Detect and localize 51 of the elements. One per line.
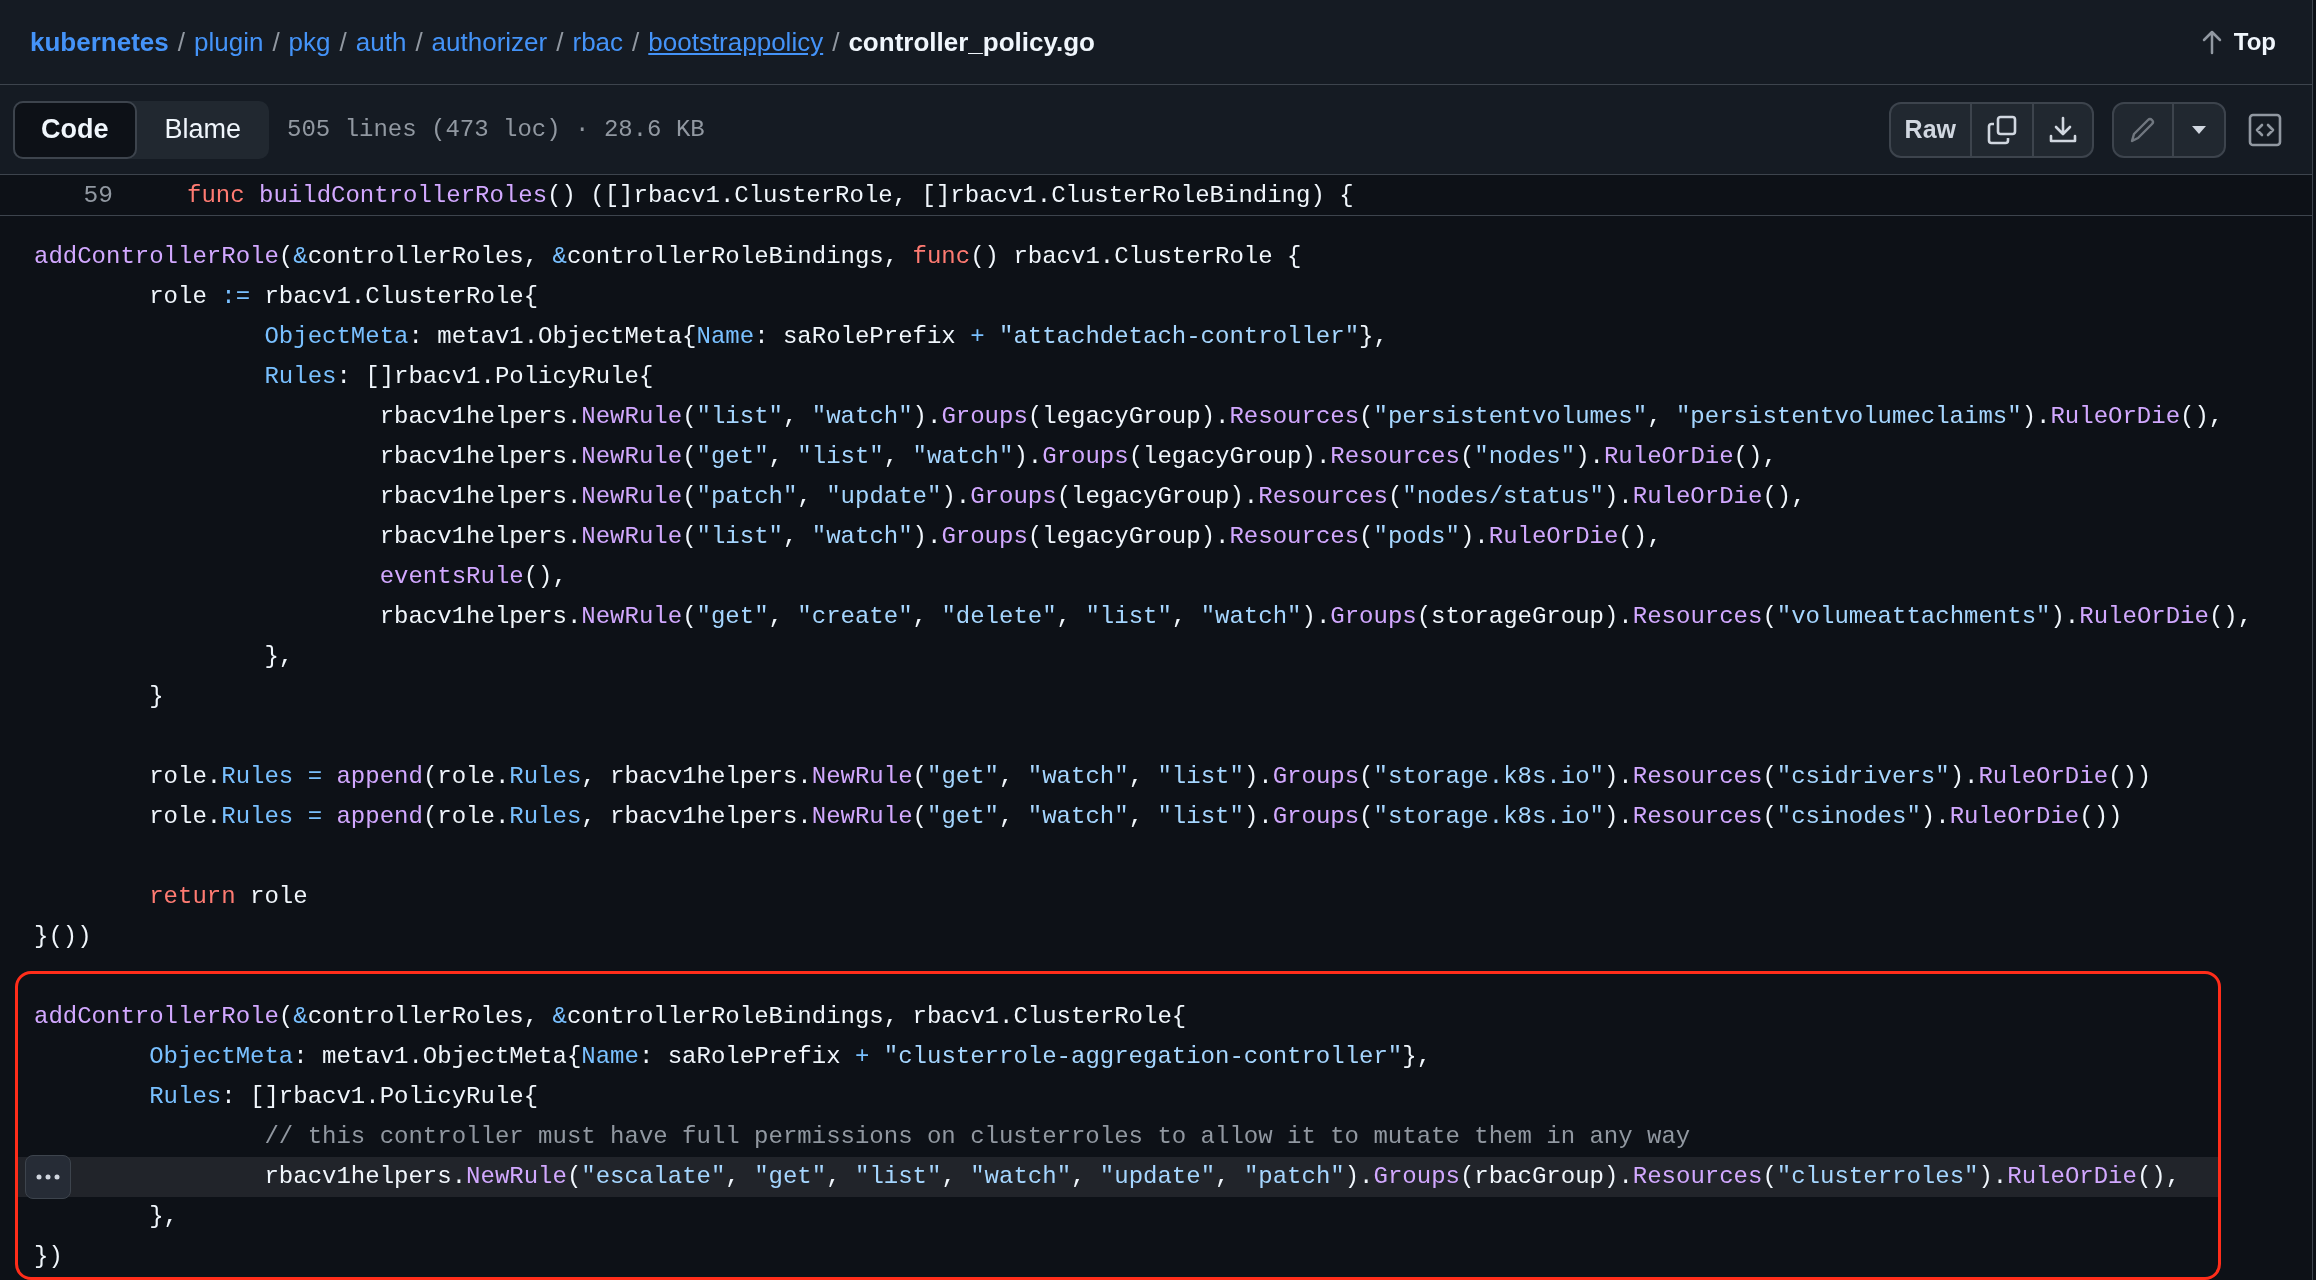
code-line: // this controller must have full permissions on clusterroles to allow it to mutate them in any way bbox=[263, 1122, 1692, 1152]
breadcrumb-link[interactable]: auth bbox=[355, 26, 407, 58]
code-line: }) bbox=[33, 1242, 64, 1272]
code-line: }, bbox=[148, 1202, 180, 1232]
code-line: ObjectMeta: metav1.ObjectMeta{Name: saRolePrefix + "clusterrole-aggregation-controller"}, bbox=[148, 1042, 1433, 1072]
code-line: rbacv1helpers.NewRule("list", "watch").Groups(legacyGroup).Resources("persistentvolumes", "persistentvolumeclaims").RuleOrDie(), bbox=[378, 402, 2225, 432]
download-icon bbox=[2048, 114, 2078, 145]
code-line: role.Rules = append(role.Rules, rbacv1helpers.NewRule("get", "watch", "list").Groups("storage.k8s.io").Resources("csinodes").RuleOrDie()) bbox=[148, 802, 2124, 832]
caret-down-icon bbox=[2191, 124, 2207, 135]
path-separator: / bbox=[272, 26, 280, 58]
code-line: Rules: []rbacv1.PolicyRule{ bbox=[148, 1082, 540, 1112]
code-line: addControllerRole(&controllerRoles, &controllerRoleBindings, func() rbacv1.ClusterRole { bbox=[34, 242, 1303, 272]
code-line: eventsRule(), bbox=[378, 562, 568, 592]
code-line: rbacv1helpers.NewRule("get", "list", "watch").Groups(legacyGroup).Resources("nodes").RuleOrDie(), bbox=[378, 442, 1778, 472]
code-line: }()) bbox=[34, 922, 93, 952]
breadcrumb-link[interactable]: pkg bbox=[288, 26, 331, 58]
code-line: func buildControllerRoles() ([]rbacv1.ClusterRole, []rbacv1.ClusterRoleBinding) { bbox=[187, 181, 1354, 209]
code-line: rbacv1helpers.NewRule("get", "create", "delete", "list", "watch").Groups(storageGroup).Resources("volumeattachments").RuleOrDie(), bbox=[378, 602, 2254, 632]
breadcrumb-link[interactable]: authorizer bbox=[431, 26, 548, 58]
code-line: role.Rules = append(role.Rules, rbacv1helpers.NewRule("get", "watch", "list").Groups("storage.k8s.io").Resources("csidrivers").RuleOrDie()) bbox=[148, 762, 2153, 792]
code-square-icon bbox=[2248, 112, 2282, 147]
arrow-up-icon bbox=[2201, 29, 2222, 55]
path-separator: / bbox=[832, 26, 840, 58]
breadcrumb-link[interactable]: kubernetes bbox=[30, 26, 169, 58]
code-line: return role bbox=[148, 882, 309, 912]
raw-button[interactable]: Raw bbox=[1890, 103, 1970, 156]
ellipsis-icon bbox=[36, 1174, 60, 1180]
copy-icon bbox=[1986, 113, 2018, 146]
breadcrumb-link[interactable]: plugin bbox=[193, 26, 264, 58]
code-line: Rules: []rbacv1.PolicyRule{ bbox=[263, 362, 655, 392]
breadcrumb-link[interactable]: rbac bbox=[572, 26, 624, 58]
line-options-button[interactable] bbox=[25, 1155, 71, 1199]
code-line: } bbox=[148, 682, 165, 712]
path-separator: / bbox=[632, 26, 640, 58]
file-name[interactable]: controller_policy.go bbox=[848, 26, 1095, 58]
code-line: role := rbacv1.ClusterRole{ bbox=[148, 282, 540, 312]
code-line: addControllerRole(&controllerRoles, &controllerRoleBindings, rbacv1.ClusterRole{ bbox=[33, 1002, 1188, 1032]
code-line: rbacv1helpers.NewRule("patch", "update").Groups(legacyGroup).Resources("nodes/status").RuleOrDie(), bbox=[378, 482, 1807, 512]
view-tab[interactable]: Blame bbox=[136, 100, 270, 159]
view-tab[interactable]: Code bbox=[13, 100, 137, 159]
path-separator: / bbox=[415, 26, 423, 58]
path-separator: / bbox=[339, 26, 347, 58]
path-separator: / bbox=[177, 26, 185, 58]
code-line: }, bbox=[263, 642, 295, 672]
top-link[interactable]: Top bbox=[2201, 28, 2276, 56]
path-separator: / bbox=[556, 26, 564, 58]
code-line: rbacv1helpers.NewRule("list", "watch").Groups(legacyGroup).Resources("pods").RuleOrDie(), bbox=[378, 522, 1663, 552]
line-number: 59 bbox=[82, 181, 113, 209]
file-info: 505 lines (473 loc) · 28.6 KB bbox=[287, 116, 706, 143]
code-line: ObjectMeta: metav1.ObjectMeta{Name: saRolePrefix + "attachdetach-controller"}, bbox=[263, 322, 1389, 352]
breadcrumb-link[interactable]: bootstrappolicy bbox=[648, 26, 824, 58]
